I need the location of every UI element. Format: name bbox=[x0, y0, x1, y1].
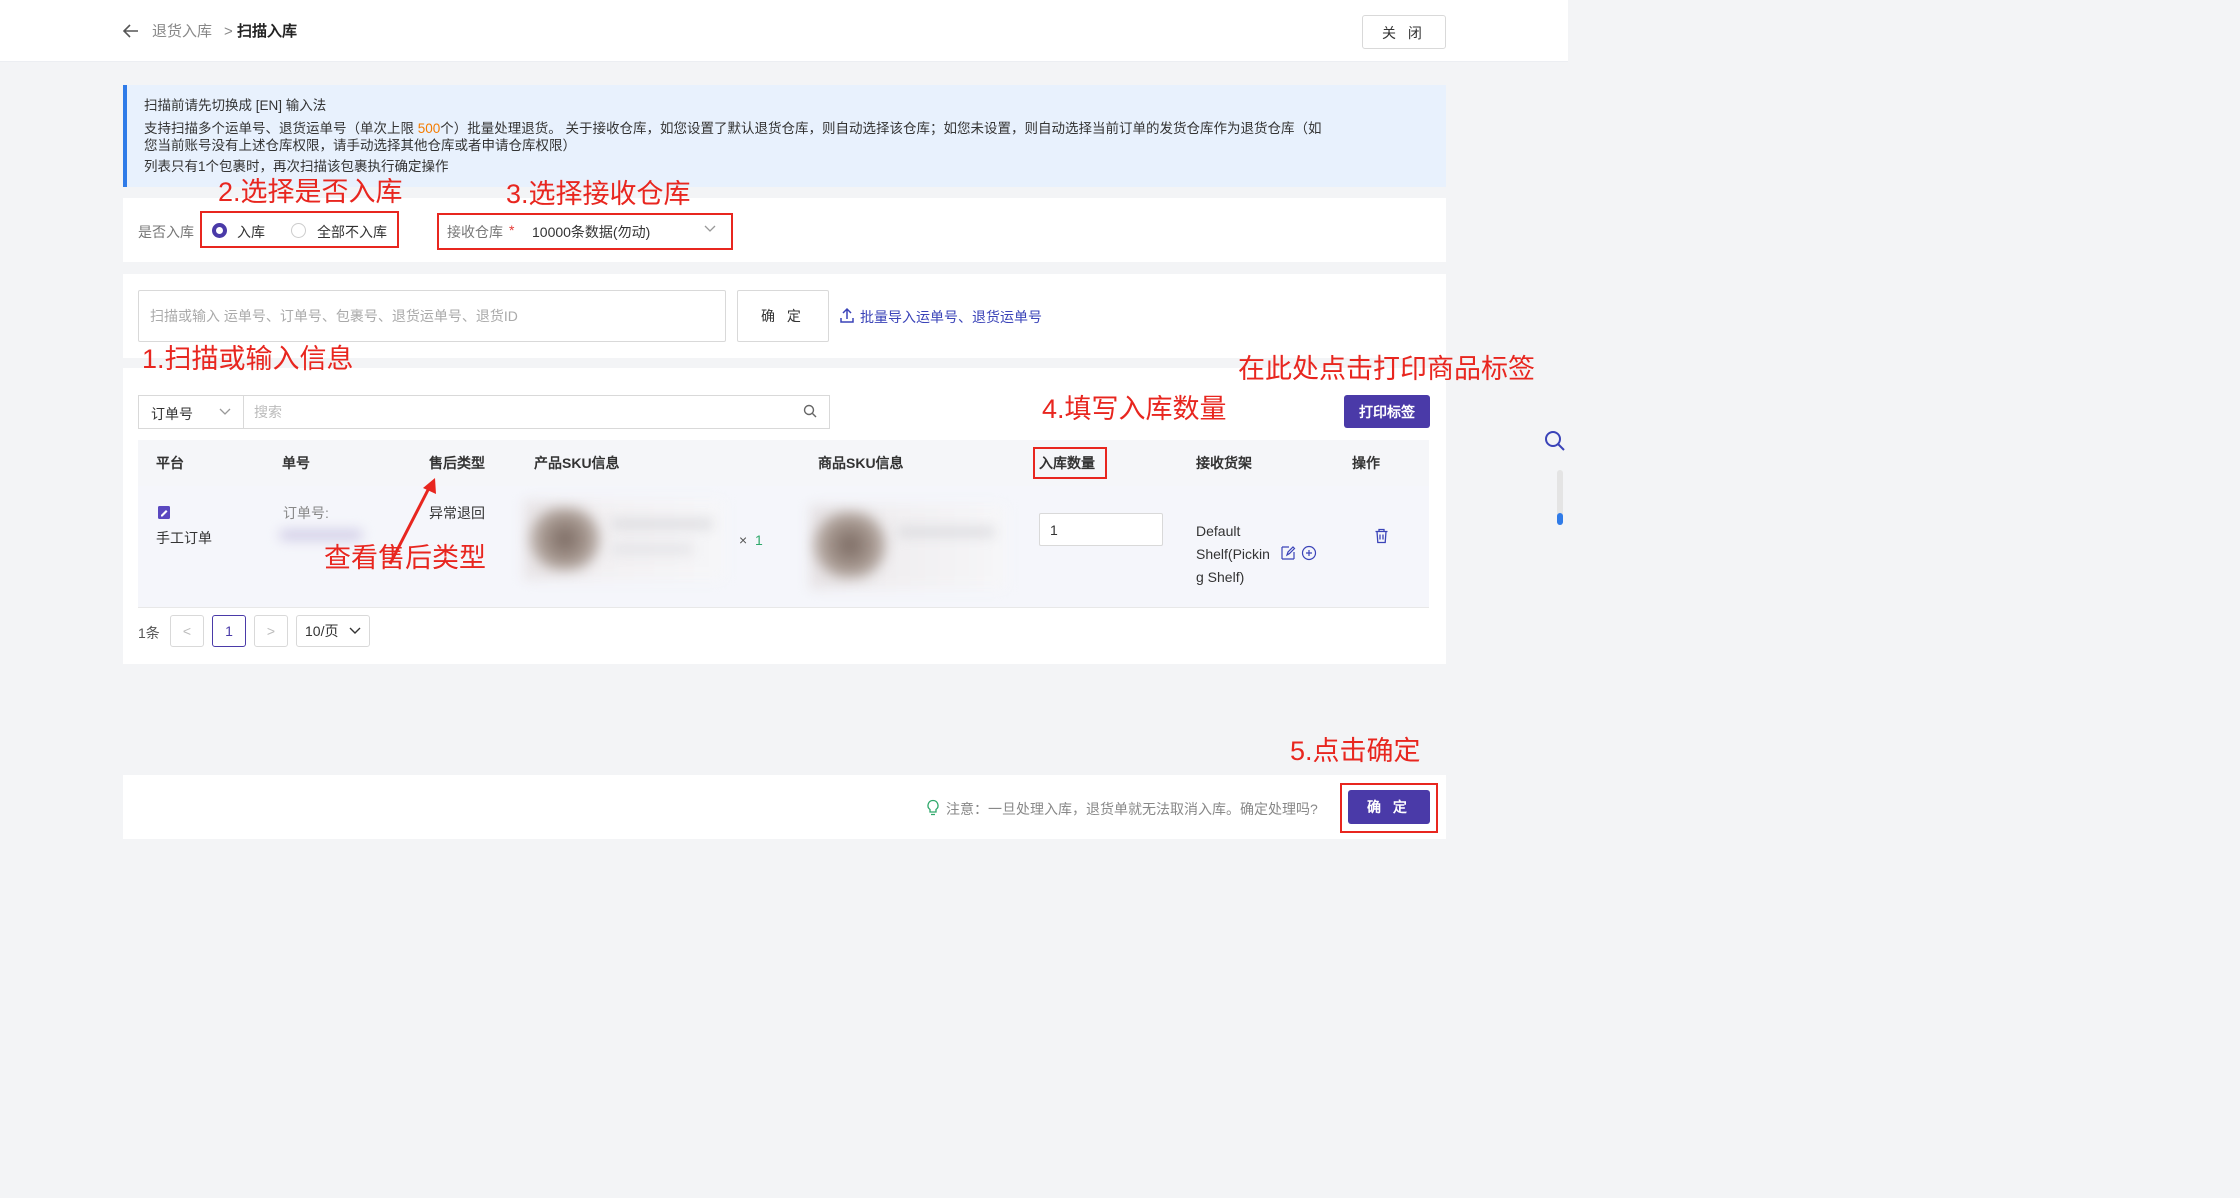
trash-icon[interactable] bbox=[1374, 528, 1389, 547]
notice-line-4: 列表只有1个包裹时，再次扫描该包裹执行确定操作 bbox=[144, 159, 449, 174]
print-label-button[interactable]: 打印标签 bbox=[1344, 395, 1430, 428]
total-count: 1条 bbox=[138, 625, 160, 641]
annotation-step-1: 1.扫描或输入信息 bbox=[142, 344, 354, 374]
notice-line-1: 扫描前请先切换成 [EN] 输入法 bbox=[144, 98, 327, 113]
stock-in-qty-input[interactable] bbox=[1039, 513, 1163, 546]
col-order-no: 单号 bbox=[282, 455, 310, 471]
product-text-blur bbox=[612, 545, 692, 553]
annotation-step-5: 5.点击确定 bbox=[1290, 736, 1421, 766]
col-product-sku: 产品SKU信息 bbox=[534, 455, 620, 471]
product-image bbox=[530, 508, 600, 570]
col-actions: 操作 bbox=[1352, 455, 1380, 471]
order-no-label: 订单号: bbox=[283, 505, 329, 521]
close-button[interactable]: 关 闭 bbox=[1362, 15, 1446, 49]
page-size-value: 10/页 bbox=[305, 623, 339, 639]
filter-type-value: 订单号 bbox=[151, 406, 193, 422]
scan-input[interactable] bbox=[138, 290, 726, 342]
order-no-value[interactable] bbox=[280, 530, 362, 540]
col-goods-sku: 商品SKU信息 bbox=[818, 455, 904, 471]
annotation-arrow bbox=[388, 478, 436, 565]
search-icon[interactable] bbox=[1544, 430, 1566, 455]
back-arrow-icon[interactable] bbox=[122, 20, 142, 42]
product-text-blur bbox=[612, 520, 712, 528]
annotation-step-4: 4.填写入库数量 bbox=[1042, 394, 1227, 424]
page-1-button[interactable]: 1 bbox=[212, 615, 246, 647]
chevron-down-icon bbox=[219, 405, 231, 422]
batch-import-link[interactable]: 批量导入运单号、退货运单号 bbox=[860, 307, 1042, 327]
page-size-select[interactable]: 10/页 bbox=[296, 615, 370, 647]
goods-image bbox=[814, 512, 886, 578]
col-shelf: 接收货架 bbox=[1196, 455, 1252, 471]
annotation-box-warehouse bbox=[437, 213, 733, 250]
top-bar bbox=[0, 0, 1568, 62]
page-title: 扫描入库 bbox=[237, 23, 298, 40]
search-icon[interactable] bbox=[803, 404, 818, 422]
upload-limit: 500 bbox=[417, 121, 441, 136]
breadcrumb-separator: > bbox=[224, 23, 233, 40]
annotation-step-3: 3.选择接收仓库 bbox=[506, 179, 691, 209]
scrollbar-thumb[interactable] bbox=[1557, 513, 1563, 525]
annotation-box-stock-in bbox=[200, 211, 399, 248]
breadcrumb-parent[interactable]: 退货入库 bbox=[152, 22, 212, 42]
lightbulb-icon bbox=[926, 799, 940, 819]
notice-line-3: 您当前账号没有上述仓库权限，请手动选择其他仓库或者申请仓库权限） bbox=[144, 138, 576, 153]
notice-line-2: 支持扫描多个运单号、退货运单号（单次上限 500个）批量处理退货。 关于接收仓库… bbox=[144, 121, 1322, 136]
table-header: 平台 单号 售后类型 产品SKU信息 商品SKU信息 入库数量 接收货架 操作 bbox=[138, 440, 1429, 486]
notice-banner: 扫描前请先切换成 [EN] 输入法 支持扫描多个运单号、退货运单号（单次上限 5… bbox=[123, 85, 1446, 187]
annotation-print-hint: 在此处点击打印商品标签 bbox=[1238, 354, 1535, 384]
next-page-button[interactable]: > bbox=[254, 615, 288, 647]
footer-note: 注意：一旦处理入库，退货单就无法取消入库。确定处理吗? bbox=[946, 801, 1318, 817]
product-qty: 1 bbox=[755, 532, 763, 548]
annotation-box-qty bbox=[1033, 447, 1107, 479]
manual-order-icon bbox=[157, 505, 171, 523]
upload-icon[interactable] bbox=[840, 307, 854, 326]
platform-value: 手工订单 bbox=[156, 530, 212, 546]
stock-in-label: 是否入库 bbox=[138, 224, 194, 240]
edit-icon[interactable] bbox=[1280, 545, 1296, 564]
search-input[interactable] bbox=[243, 395, 830, 429]
annotation-box-confirm bbox=[1340, 783, 1438, 833]
annotation-step-2: 2.选择是否入库 bbox=[218, 177, 403, 207]
multiply-sign: × bbox=[739, 532, 748, 548]
goods-text-blur bbox=[898, 528, 994, 536]
chevron-down-icon bbox=[349, 617, 361, 647]
filter-type-select[interactable]: 订单号 bbox=[138, 395, 243, 429]
scan-confirm-button[interactable]: 确 定 bbox=[737, 290, 829, 342]
shelf-value: Default Shelf(Pickin g Shelf) bbox=[1196, 523, 1270, 585]
prev-page-button[interactable]: < bbox=[170, 615, 204, 647]
add-circle-icon[interactable] bbox=[1301, 545, 1317, 564]
col-platform: 平台 bbox=[156, 455, 184, 471]
